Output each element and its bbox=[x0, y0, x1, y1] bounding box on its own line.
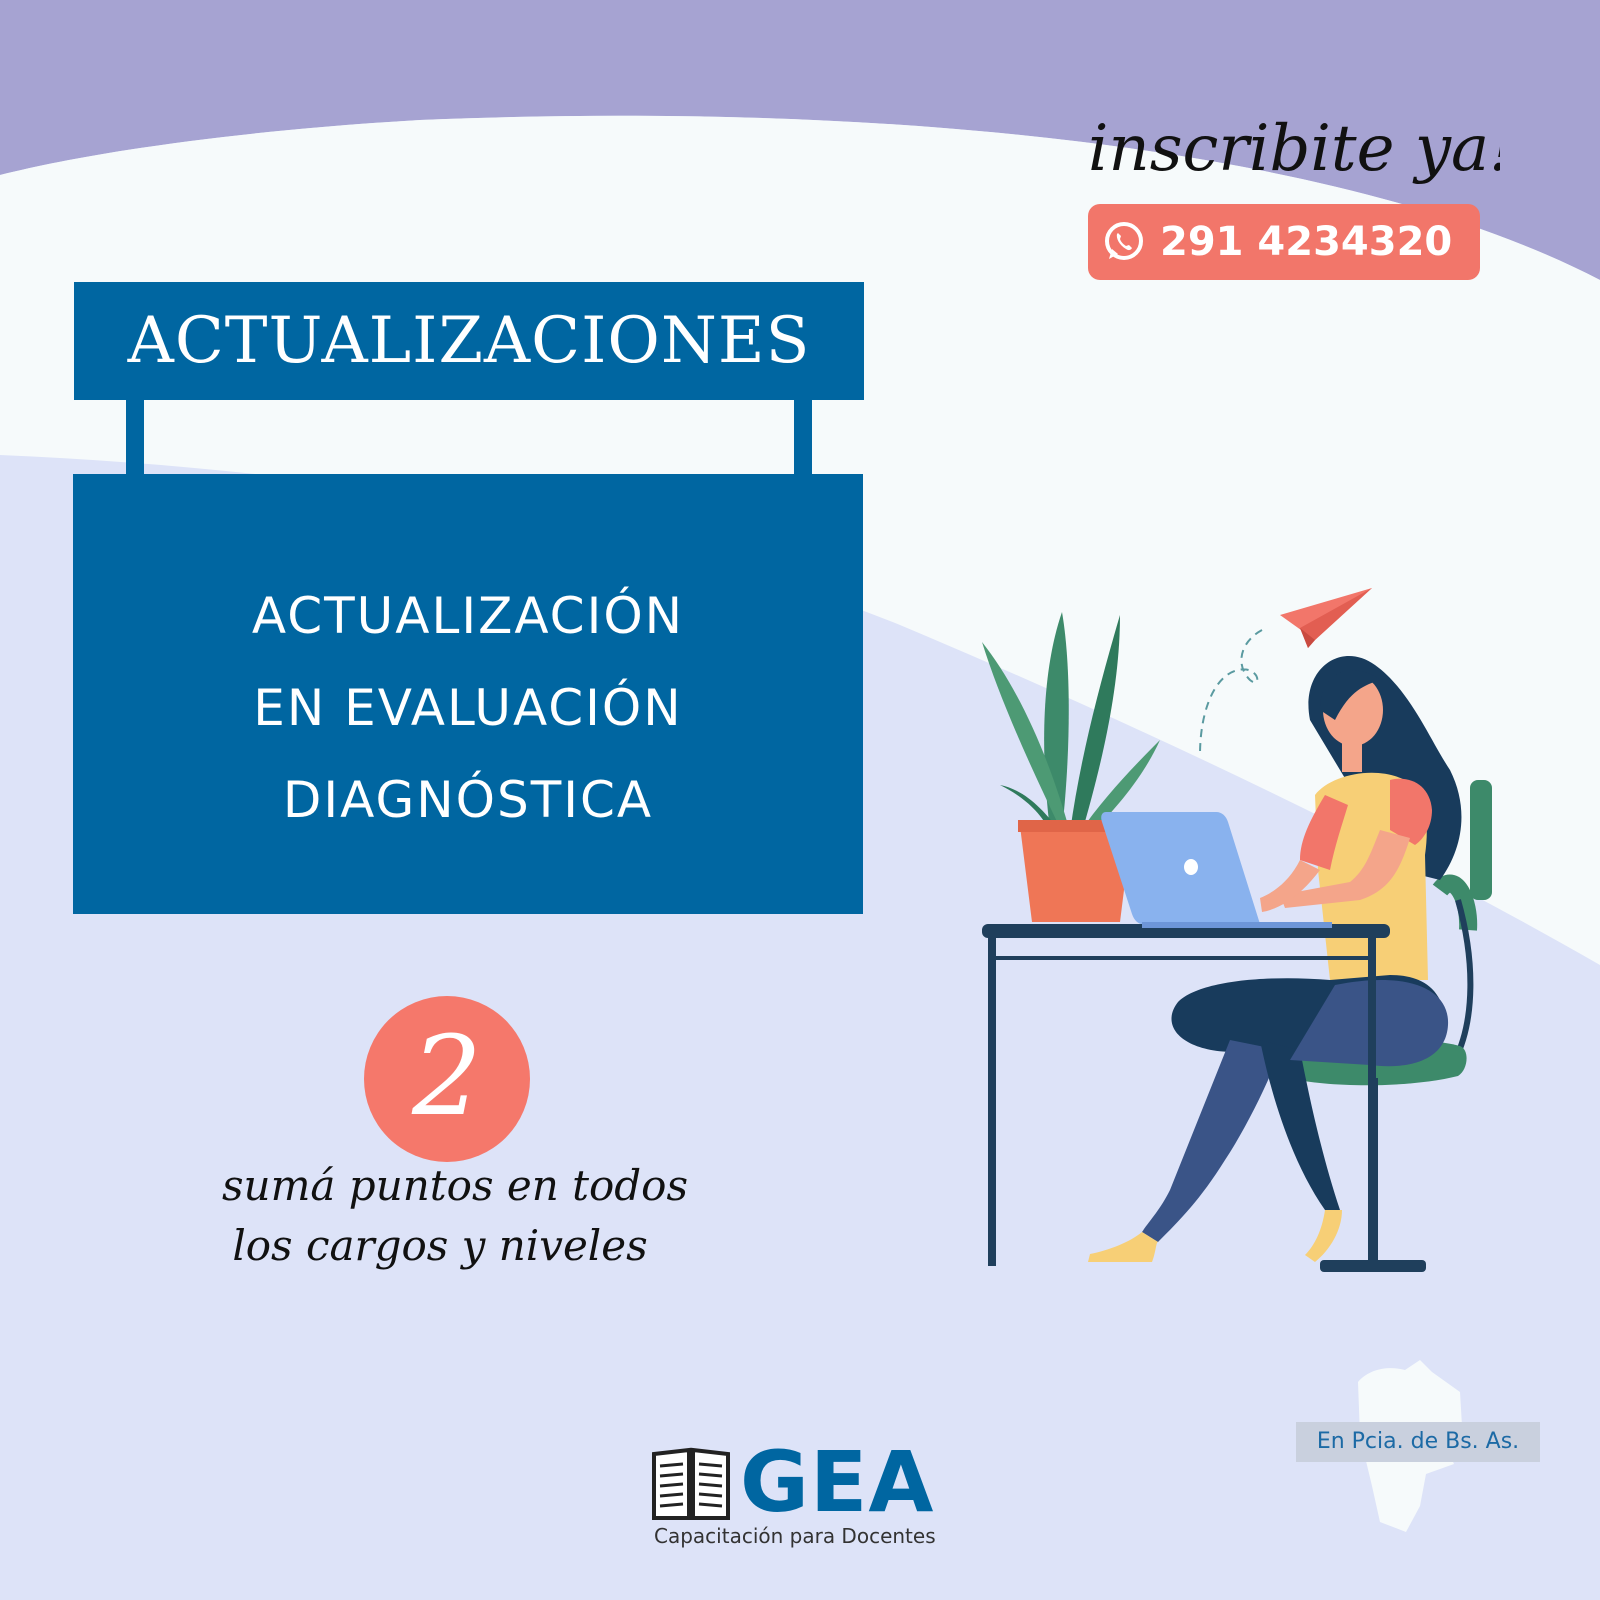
phone-number: 291 4234320 bbox=[1160, 219, 1453, 265]
woman-at-laptop-illustration bbox=[982, 588, 1492, 1272]
course-title-line3: DIAGNÓSTICA bbox=[282, 771, 654, 829]
logo-brand: GEA bbox=[740, 1433, 935, 1531]
banner-title: ACTUALIZACIONES bbox=[127, 304, 811, 378]
banner-post-left bbox=[126, 398, 144, 476]
gea-logo: GEA Capacitación para Docentes bbox=[652, 1434, 952, 1560]
region-label: En Pcia. de Bs. As. bbox=[1296, 1422, 1540, 1462]
course-title: ACTUALIZACIÓN EN EVALUACIÓN DIAGNÓSTICA bbox=[73, 570, 863, 846]
svg-text:2: 2 bbox=[411, 1012, 482, 1140]
course-panel: ACTUALIZACIÓN EN EVALUACIÓN DIAGNÓSTICA bbox=[73, 474, 863, 914]
course-title-line2: EN EVALUACIÓN bbox=[253, 679, 683, 737]
course-title-line1: ACTUALIZACIÓN bbox=[251, 587, 685, 645]
tagline-line2: los cargos y niveles bbox=[232, 1221, 647, 1270]
tagline-line1: sumá puntos en todos bbox=[222, 1161, 688, 1210]
whatsapp-icon bbox=[1105, 222, 1143, 260]
logo-subtitle: Capacitación para Docentes bbox=[654, 1524, 936, 1548]
points-circle: 2 bbox=[364, 996, 530, 1162]
banner-post-right bbox=[794, 398, 812, 476]
points-tagline: sumá puntos en todos los cargos y nivele… bbox=[222, 1161, 688, 1270]
banner-header: ACTUALIZACIONES bbox=[74, 282, 864, 400]
open-book-icon bbox=[652, 1447, 730, 1520]
cta-script: inscribite ya! bbox=[1088, 112, 1500, 186]
points-number: 2 bbox=[411, 1012, 482, 1140]
phone-contact-button[interactable]: 291 4234320 bbox=[1088, 204, 1480, 280]
svg-text:inscribite ya!: inscribite ya! bbox=[1088, 112, 1500, 186]
